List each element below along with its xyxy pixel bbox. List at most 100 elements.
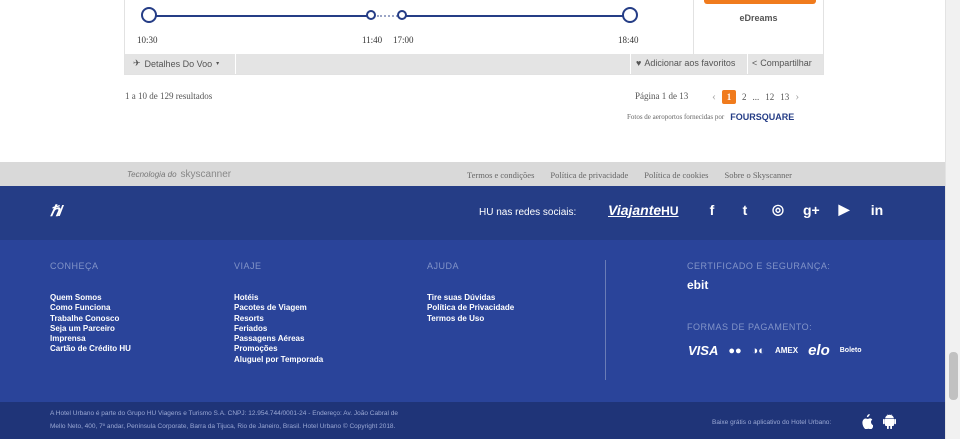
- divider: [235, 54, 236, 74]
- scrollbar-thumb[interactable]: [949, 352, 958, 400]
- favorite-label: Adicionar aos favoritos: [644, 58, 736, 68]
- viajante-hu-text: HU: [661, 204, 679, 218]
- payment-methods: VISA ●● ◑◐ AMEX elo Boleto: [688, 342, 862, 359]
- skyscanner-logo[interactable]: skyscanner: [181, 169, 232, 180]
- results-summary: 1 a 10 de 129 resultados: [125, 91, 213, 101]
- social-label: HU nas redes sociais:: [479, 207, 577, 218]
- about-skyscanner-link[interactable]: Sobre o Skyscanner: [725, 170, 793, 180]
- viajante-hu-link[interactable]: ViajanteHU: [608, 202, 679, 218]
- page-link[interactable]: 2: [742, 92, 747, 102]
- footer-link[interactable]: Pacotes de Viagem: [234, 303, 323, 313]
- skyscanner-strip: Tecnologia do skyscanner Termos e condiç…: [0, 162, 945, 186]
- page-link[interactable]: 12: [765, 92, 774, 102]
- legal-text: A Hotel Urbano é parte do Grupo HU Viage…: [50, 408, 398, 433]
- timeline-segment: [149, 15, 371, 17]
- time-label: 11:40: [362, 35, 383, 45]
- details-label: Detalhes Do Voo: [144, 58, 213, 69]
- pagination: ‹ 1 2 ... 12 13 ›: [712, 89, 799, 104]
- footer-social-bar: ℏ/ HU nas redes sociais: ViajanteHU f t …: [0, 186, 945, 240]
- boleto-icon: Boleto: [839, 347, 862, 354]
- viaje-title: VIAJE: [234, 261, 262, 271]
- cookies-link[interactable]: Política de cookies: [644, 170, 708, 180]
- diners-icon: ◑◐: [751, 344, 765, 357]
- next-page-icon[interactable]: ›: [795, 89, 799, 104]
- footer-link[interactable]: Cartão de Crédito HU: [50, 344, 131, 354]
- results-area: 10:30 11:40 17:00 18:40 eDreams ✈ Detalh…: [0, 0, 945, 162]
- mastercard-icon: ●●: [728, 344, 742, 357]
- legal-line: A Hotel Urbano é parte do Grupo HU Viage…: [50, 410, 398, 417]
- twitter-icon[interactable]: t: [737, 202, 753, 218]
- privacy-link[interactable]: Política de privacidade: [550, 170, 628, 180]
- footer-link[interactable]: Trabalhe Conosco: [50, 314, 131, 324]
- footer-legal: A Hotel Urbano é parte do Grupo HU Viage…: [0, 402, 945, 439]
- flight-details-toggle[interactable]: ✈ Detalhes Do Voo ▾: [133, 58, 219, 69]
- footer-link[interactable]: Quem Somos: [50, 293, 131, 303]
- photos-credit-text: Fotos de aeroportos fornecidas por: [627, 113, 725, 121]
- footer-link[interactable]: Passagens Aéreas: [234, 334, 323, 344]
- vendor-name: eDreams: [739, 13, 778, 23]
- footer-link[interactable]: Como Funciona: [50, 303, 131, 313]
- footer-link[interactable]: Feriados: [234, 324, 323, 334]
- google-plus-icon[interactable]: g+: [803, 202, 820, 218]
- timeline-segment: [405, 15, 629, 17]
- departure-dot: [141, 7, 157, 23]
- share-icon: <: [752, 58, 758, 68]
- hu-logo[interactable]: ℏ/: [50, 202, 63, 220]
- caret-down-icon: ▾: [216, 61, 220, 67]
- time-label: 10:30: [137, 35, 158, 45]
- footer-link[interactable]: Política de Privacidade: [427, 303, 514, 313]
- terms-link[interactable]: Termos e condições: [467, 170, 534, 180]
- stop-dot: [397, 10, 407, 20]
- conheca-list: Quem Somos Como Funciona Trabalhe Conosc…: [50, 293, 131, 355]
- amex-icon: AMEX: [774, 346, 799, 355]
- ebit-logo[interactable]: ebit: [687, 278, 708, 292]
- ajuda-title: AJUDA: [427, 261, 460, 271]
- foursquare-logo[interactable]: FOURSQUARE: [730, 112, 794, 122]
- time-label: 17:00: [393, 35, 414, 45]
- page-scrollbar[interactable]: [945, 0, 960, 439]
- android-icon[interactable]: [883, 414, 896, 429]
- ajuda-list: Tire suas Dúvidas Política de Privacidad…: [427, 293, 514, 324]
- tech-label: Tecnologia do: [127, 170, 177, 179]
- footer-link[interactable]: Seja um Parceiro: [50, 324, 131, 334]
- footer-link[interactable]: Promoções: [234, 344, 323, 354]
- footer-links: CONHEÇA Quem Somos Como Funciona Trabalh…: [0, 240, 945, 402]
- footer-link[interactable]: Hotéis: [234, 293, 323, 303]
- footer-link[interactable]: Termos de Uso: [427, 314, 514, 324]
- payment-title: FORMAS DE PAGAMENTO:: [687, 322, 813, 332]
- instagram-icon[interactable]: ◎: [770, 201, 786, 218]
- flight-timeline: 10:30 11:40 17:00 18:40: [137, 4, 639, 45]
- footer-link[interactable]: Imprensa: [50, 334, 131, 344]
- conheca-title: CONHEÇA: [50, 261, 99, 271]
- app-download-label: Baixe grátis o aplicativo do Hotel Urban…: [712, 419, 832, 426]
- page-link-current[interactable]: 1: [722, 89, 736, 104]
- page-indicator: Página 1 de 13: [635, 91, 689, 101]
- facebook-icon[interactable]: f: [704, 202, 720, 218]
- photos-credit: Fotos de aeroportos fornecidas por FOURS…: [627, 112, 794, 122]
- youtube-icon[interactable]: ▶: [836, 201, 852, 218]
- viajante-text: Viajante: [608, 202, 662, 218]
- footer-link[interactable]: Tire suas Dúvidas: [427, 293, 514, 303]
- skyscanner-links: Termos e condições Política de privacida…: [467, 170, 792, 180]
- column-divider: [605, 260, 606, 380]
- footer-link[interactable]: Resorts: [234, 314, 323, 324]
- page-ellipsis: ...: [752, 91, 760, 102]
- social-icons: f t ◎ g+ ▶ in: [704, 201, 885, 218]
- viaje-list: Hotéis Pacotes de Viagem Resorts Feriado…: [234, 293, 323, 365]
- vendor-panel: eDreams: [693, 0, 823, 54]
- share-button[interactable]: < Compartilhar: [752, 58, 812, 68]
- powered-by: Tecnologia do skyscanner: [127, 169, 231, 180]
- footer-link[interactable]: Aluguel por Temporada: [234, 355, 323, 365]
- add-favorite-button[interactable]: ♥ Adicionar aos favoritos: [636, 58, 735, 68]
- cert-title: CERTIFICADO E SEGURANÇA:: [687, 261, 831, 271]
- divider: [747, 54, 748, 74]
- linkedin-icon[interactable]: in: [869, 202, 885, 218]
- share-label: Compartilhar: [760, 58, 812, 68]
- vendor-button[interactable]: [704, 0, 816, 4]
- page-link[interactable]: 13: [780, 92, 789, 102]
- apple-icon[interactable]: [860, 414, 873, 429]
- plane-icon: ✈: [133, 58, 141, 68]
- legal-line: Mello Neto, 400, 7º andar, Península Cor…: [50, 422, 396, 430]
- flight-card: 10:30 11:40 17:00 18:40 eDreams ✈ Detalh…: [124, 0, 824, 75]
- prev-page-icon[interactable]: ‹: [712, 89, 716, 104]
